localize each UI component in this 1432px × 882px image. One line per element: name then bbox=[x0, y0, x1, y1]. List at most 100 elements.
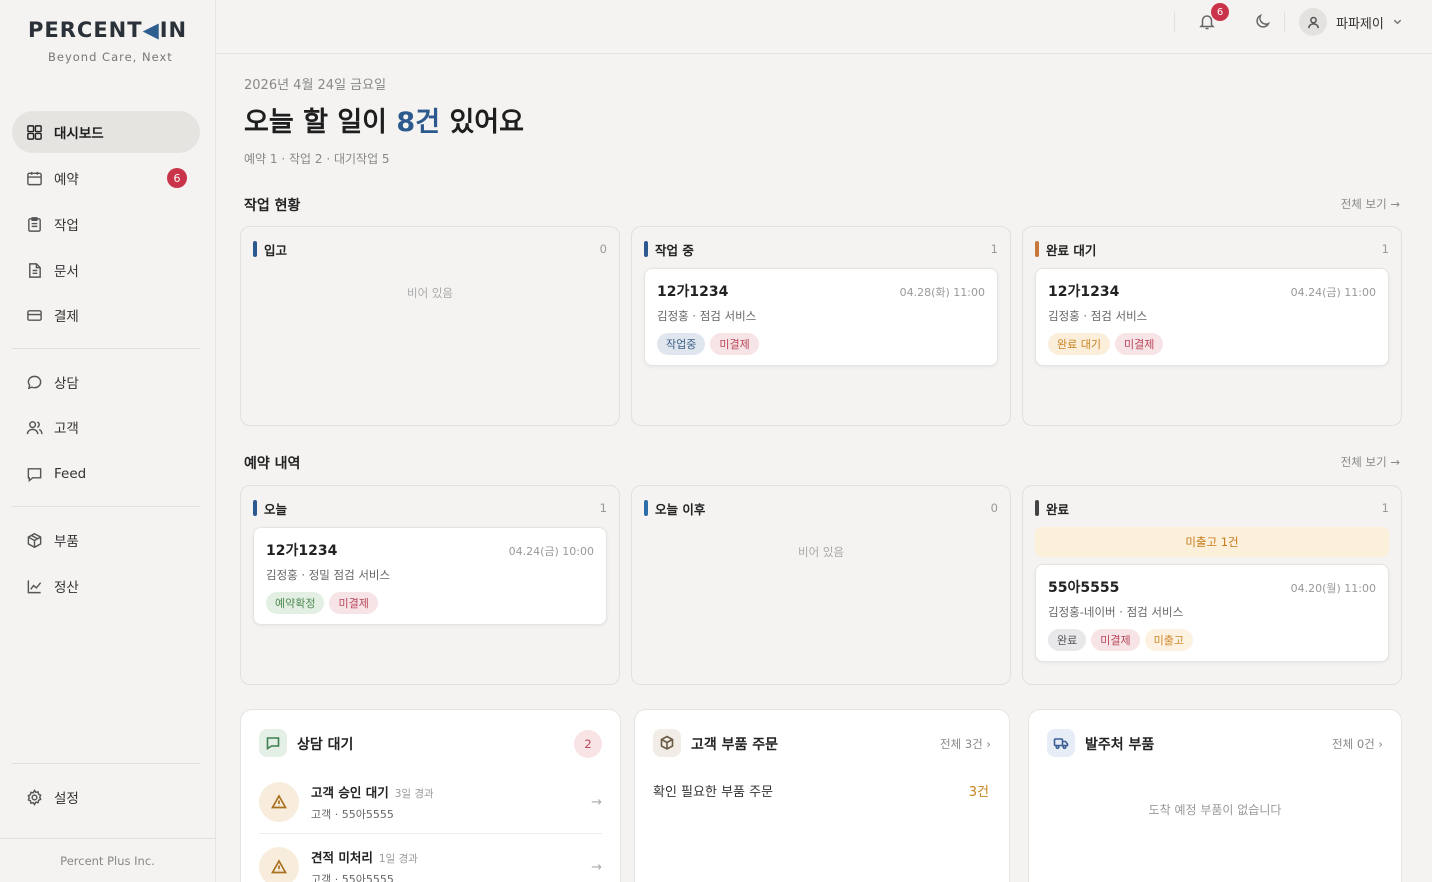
parts-orders-row-label[interactable]: 확인 필요한 부품 주문 bbox=[653, 781, 773, 800]
vehicle-plate: 12가1234 bbox=[657, 284, 729, 300]
sidebar-item-label: 설정 bbox=[54, 791, 79, 807]
parts-orders-row-count: 3건 bbox=[968, 785, 989, 800]
warning-icon bbox=[259, 782, 299, 822]
reservation-card[interactable]: 55아5555 04.20(월) 11:00 김정홍-네이버 · 점검 서비스 … bbox=[1035, 564, 1389, 662]
topbar: 6 파파제이 bbox=[216, 0, 1432, 54]
board-column-today: 오늘 1 12가1234 04.24(금) 10:00 김정홍 · 정밀 점검 서… bbox=[240, 485, 620, 685]
vehicle-plate: 12가1234 bbox=[266, 543, 338, 559]
column-count: 0 bbox=[599, 242, 607, 256]
board-column-intake: 입고 0 비어 있음 bbox=[240, 226, 620, 426]
sidebar: PERCENT◀IN Beyond Care, Next 대시보드 예약 6 작… bbox=[0, 0, 216, 882]
work-status-title: 작업 현황 bbox=[244, 198, 301, 214]
sidebar-item-dashboard[interactable]: 대시보드 bbox=[12, 111, 200, 153]
row-divider bbox=[259, 833, 602, 834]
supplier-parts-panel: 발주처 부품 전체 0건 › 도착 예정 부품이 없습니다 bbox=[1028, 709, 1402, 882]
elapsed-time: 3일 경과 bbox=[394, 788, 434, 800]
column-color-bar bbox=[1035, 241, 1039, 257]
chat-icon bbox=[259, 729, 287, 757]
column-color-bar bbox=[644, 241, 648, 257]
vehicle-plate: 12가1234 bbox=[1048, 284, 1120, 300]
sidebar-item-parts[interactable]: 부품 bbox=[12, 519, 200, 561]
page-title: 오늘 할 일이 8건 있어요 bbox=[244, 107, 524, 138]
status-badge: 완료 bbox=[1048, 629, 1087, 651]
unreleased-notice[interactable]: 미출고 1건 bbox=[1035, 527, 1389, 557]
sidebar-item-settings[interactable]: 설정 bbox=[12, 776, 200, 818]
status-badge: 예약확정 bbox=[266, 592, 325, 614]
status-badge: 완료 대기 bbox=[1048, 333, 1110, 355]
payment-badge: 미결제 bbox=[1114, 333, 1164, 355]
sidebar-item-feed[interactable]: Feed bbox=[12, 453, 200, 495]
release-badge: 미출고 bbox=[1144, 629, 1193, 651]
vehicle-plate: 55아5555 bbox=[1048, 580, 1120, 596]
user-name: 파파제이 bbox=[1336, 16, 1384, 32]
notification-count-badge: 6 bbox=[1211, 3, 1229, 21]
sidebar-item-payment[interactable]: 결제 bbox=[12, 294, 200, 336]
status-badge: 작업중 bbox=[657, 333, 706, 355]
reservation-card[interactable]: 12가1234 04.24(금) 10:00 김정홍 · 정밀 점검 서비스 예… bbox=[253, 527, 607, 625]
box-icon bbox=[25, 531, 43, 549]
chart-line-icon bbox=[25, 577, 43, 595]
column-count: 1 bbox=[1381, 501, 1389, 515]
chat-icon bbox=[25, 373, 43, 391]
gear-icon bbox=[25, 788, 43, 806]
clipboard-icon bbox=[25, 215, 43, 233]
payment-badge: 미결제 bbox=[710, 333, 759, 355]
reservations-see-all-link[interactable]: 전체 보기 → bbox=[1341, 454, 1400, 470]
warning-icon bbox=[259, 847, 299, 882]
sidebar-item-label: 작업 bbox=[54, 218, 79, 234]
board-column-in-progress: 작업 중 1 12가1234 04.28(화) 11:00 김정홍 · 점검 서비… bbox=[631, 226, 1011, 426]
consult-row-title: 견적 미처리 bbox=[311, 850, 373, 865]
sidebar-item-consult[interactable]: 상담 bbox=[12, 361, 200, 403]
card-description: 김정홍-네이버 · 점검 서비스 bbox=[1048, 605, 1184, 619]
elapsed-time: 1일 경과 bbox=[378, 853, 418, 865]
sidebar-item-label: Feed bbox=[54, 466, 87, 482]
consult-row[interactable]: 견적 미처리 1일 경과 고객 · 55아5555 → bbox=[259, 836, 602, 882]
supplier-parts-total-link[interactable]: 전체 0건 › bbox=[1332, 736, 1383, 752]
document-icon bbox=[25, 261, 43, 279]
parts-orders-total-link[interactable]: 전체 3건 › bbox=[940, 736, 991, 752]
consult-row[interactable]: 고객 승인 대기 3일 경과 고객 · 55아5555 → bbox=[259, 771, 602, 833]
task-count: 8건 bbox=[396, 107, 441, 138]
dashboard-icon bbox=[25, 123, 43, 141]
board-column-awaiting-completion: 완료 대기 1 12가1234 04.24(금) 11:00 김정홍 · 점검 서… bbox=[1022, 226, 1402, 426]
sidebar-item-label: 정산 bbox=[54, 580, 79, 596]
work-card[interactable]: 12가1234 04.28(화) 11:00 김정홍 · 점검 서비스 작업중 … bbox=[644, 268, 998, 366]
work-card[interactable]: 12가1234 04.24(금) 11:00 김정홍 · 점검 서비스 완료 대… bbox=[1035, 268, 1389, 366]
sidebar-item-reservations[interactable]: 예약 6 bbox=[12, 157, 200, 199]
sidebar-divider bbox=[12, 763, 200, 764]
sidebar-item-label: 예약 bbox=[54, 172, 79, 188]
customer-parts-orders-panel: 고객 부품 주문 전체 3건 › 확인 필요한 부품 주문 3건 bbox=[634, 709, 1010, 882]
sidebar-item-work[interactable]: 작업 bbox=[12, 203, 200, 245]
column-count: 1 bbox=[1381, 242, 1389, 256]
consult-row-subtitle: 고객 · 55아5555 bbox=[311, 808, 394, 821]
arrow-right-icon: → bbox=[591, 859, 602, 875]
truck-icon bbox=[1047, 729, 1075, 757]
column-title: 완료 bbox=[1046, 501, 1070, 517]
card-icon bbox=[25, 306, 43, 324]
calendar-icon bbox=[25, 169, 43, 187]
user-menu[interactable]: 파파제이 bbox=[1299, 7, 1404, 37]
sidebar-item-customers[interactable]: 고객 bbox=[12, 406, 200, 448]
sidebar-item-label: 부품 bbox=[54, 534, 79, 550]
panel-title: 고객 부품 주문 bbox=[691, 737, 779, 753]
feed-icon bbox=[25, 465, 43, 483]
payment-badge: 미결제 bbox=[1091, 629, 1140, 651]
card-datetime: 04.24(금) 11:00 bbox=[1290, 286, 1376, 299]
dark-mode-moon-icon[interactable] bbox=[1254, 12, 1274, 32]
reservations-title: 예약 내역 bbox=[244, 456, 301, 472]
brand-logo[interactable]: PERCENT◀IN bbox=[28, 18, 187, 42]
column-title: 오늘 bbox=[264, 501, 288, 517]
payment-badge: 미결제 bbox=[329, 592, 378, 614]
column-color-bar bbox=[253, 500, 257, 516]
sidebar-divider bbox=[12, 348, 200, 349]
sidebar-item-documents[interactable]: 문서 bbox=[12, 249, 200, 291]
work-status-see-all-link[interactable]: 전체 보기 → bbox=[1341, 196, 1400, 212]
avatar bbox=[1299, 8, 1327, 36]
column-title: 작업 중 bbox=[655, 242, 694, 258]
column-color-bar bbox=[1035, 500, 1039, 516]
sidebar-item-settlement[interactable]: 정산 bbox=[12, 565, 200, 607]
column-title: 오늘 이후 bbox=[655, 501, 706, 517]
column-title: 입고 bbox=[264, 242, 288, 258]
column-color-bar bbox=[644, 500, 648, 516]
panel-title: 상담 대기 bbox=[297, 737, 354, 753]
